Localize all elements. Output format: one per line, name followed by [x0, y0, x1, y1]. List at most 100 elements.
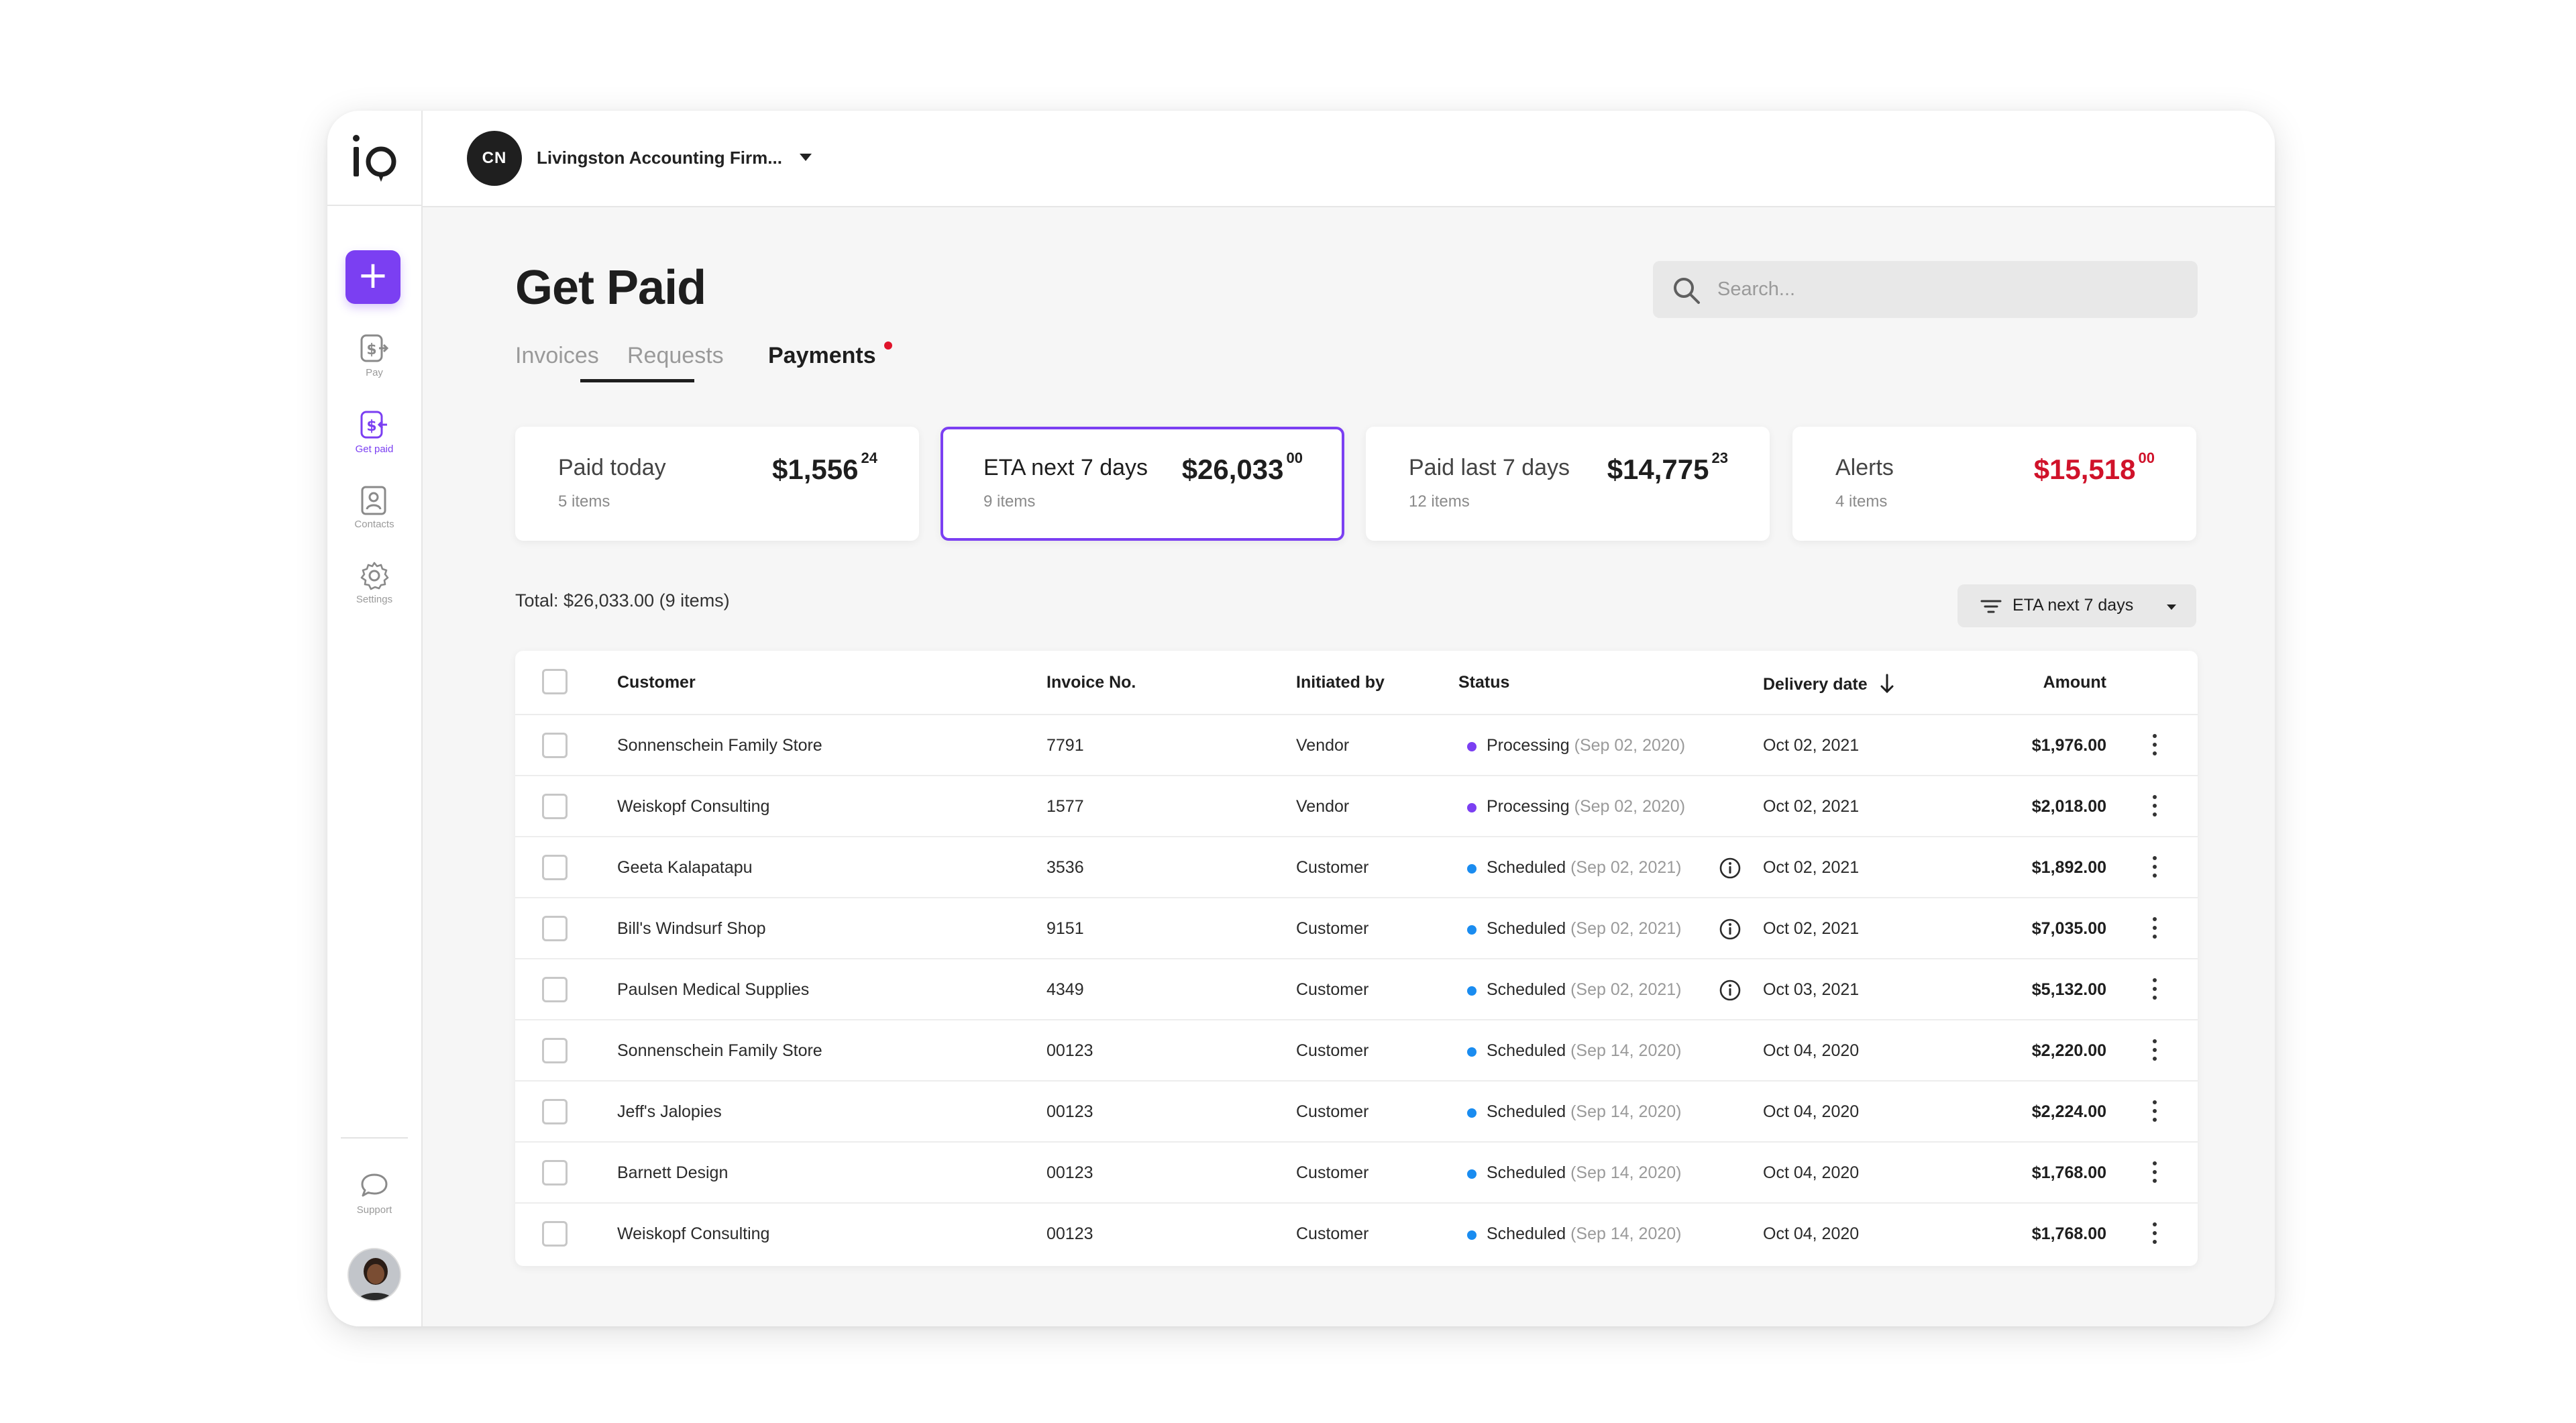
cell-invoice-number: 9151 — [1046, 919, 1084, 938]
cell-delivery-date: Oct 02, 2021 — [1763, 736, 1860, 755]
more-options-icon[interactable] — [2149, 1037, 2160, 1066]
status-label: Processing — [1487, 797, 1570, 816]
filter-dropdown[interactable]: ETA next 7 days — [1957, 584, 2196, 627]
card-paid-today[interactable]: Paid today 5 items $1,556 24 — [515, 427, 919, 541]
tab-invoices[interactable]: Invoices — [515, 343, 599, 369]
row-checkbox[interactable] — [542, 1099, 568, 1124]
more-options-icon[interactable] — [2149, 914, 2160, 944]
sidebar-item-pay[interactable]: $ Pay — [327, 333, 421, 399]
cell-amount: $5,132.00 — [2031, 980, 2106, 999]
status-label: Scheduled — [1487, 1163, 1566, 1182]
status-date: (Sep 02, 2020) — [1574, 736, 1686, 755]
column-header-status[interactable]: Status — [1458, 673, 1509, 692]
column-header-initiated-by[interactable]: Initiated by — [1296, 673, 1385, 692]
tab-requests[interactable]: Requests — [627, 343, 724, 369]
sidebar-item-contacts[interactable]: Contacts — [327, 485, 421, 551]
filter-icon — [1980, 600, 2002, 613]
card-item-count: 9 items — [983, 492, 1036, 511]
user-avatar-icon — [349, 1249, 400, 1300]
row-checkbox[interactable] — [542, 733, 568, 758]
column-header-invoice[interactable]: Invoice No. — [1046, 673, 1136, 692]
table-row[interactable]: Weiskopf Consulting 00123 Customer Schedule… — [515, 1204, 2198, 1265]
table-row[interactable]: Sonnenschein Family Store 00123 Customer Sc… — [515, 1020, 2198, 1082]
cell-amount: $2,224.00 — [2031, 1102, 2106, 1121]
sidebar-item-settings[interactable]: Settings — [327, 560, 421, 626]
card-alerts[interactable]: Alerts 4 items $15,518 00 — [1792, 427, 2196, 541]
table-row[interactable]: Geeta Kalapatapu 3536 Customer Scheduled (S… — [515, 837, 2198, 898]
sidebar-item-get-paid[interactable]: $ Get paid — [327, 410, 421, 476]
sidebar-item-label: Support — [356, 1204, 392, 1216]
table-row[interactable]: Bill's Windsurf Shop 9151 Customer Schedule… — [515, 898, 2198, 959]
card-label: Paid today — [558, 455, 666, 480]
total-summary: Total: $26,033.00 (9 items) — [515, 590, 730, 611]
row-checkbox[interactable] — [542, 1221, 568, 1247]
row-checkbox[interactable] — [542, 794, 568, 819]
card-amount-cents: 00 — [1286, 450, 1303, 466]
more-options-icon[interactable] — [2149, 1220, 2160, 1249]
status-dot — [1467, 1169, 1477, 1179]
cell-initiated-by: Vendor — [1296, 797, 1350, 816]
tab-payments[interactable]: Payments — [768, 343, 876, 369]
cell-customer: Barnett Design — [617, 1163, 729, 1182]
cell-initiated-by: Customer — [1296, 1041, 1369, 1060]
cell-initiated-by: Customer — [1296, 858, 1369, 877]
more-options-icon[interactable] — [2149, 792, 2160, 822]
more-options-icon[interactable] — [2149, 1098, 2160, 1127]
info-icon[interactable] — [1718, 856, 1742, 880]
status-date: (Sep 14, 2020) — [1570, 1163, 1682, 1182]
sidebar-item-label: Contacts — [354, 519, 394, 530]
avatar[interactable] — [347, 1248, 401, 1302]
status-dot — [1467, 1108, 1477, 1118]
row-checkbox[interactable] — [542, 1160, 568, 1185]
column-header-customer[interactable]: Customer — [617, 673, 696, 692]
search-input[interactable] — [1717, 261, 2180, 318]
column-header-amount[interactable]: Amount — [2043, 673, 2106, 692]
column-header-delivery-date[interactable]: Delivery date — [1763, 673, 1895, 694]
row-checkbox[interactable] — [542, 1038, 568, 1063]
table-row[interactable]: Jeff's Jalopies 00123 Customer Scheduled (S… — [515, 1082, 2198, 1143]
card-paid-last-7-days[interactable]: Paid last 7 days 12 items $14,775 23 — [1366, 427, 1770, 541]
top-bar: CN Livingston Accounting Firm... — [423, 111, 2275, 207]
table-header: Customer Invoice No. Initiated by Status… — [515, 651, 2198, 715]
sidebar-item-label: Get paid — [355, 443, 394, 455]
table-row[interactable]: Barnett Design 00123 Customer Scheduled (Se… — [515, 1143, 2198, 1204]
more-options-icon[interactable] — [2149, 976, 2160, 1005]
add-button[interactable]: + — [345, 250, 400, 304]
cell-customer: Sonnenschein Family Store — [617, 736, 822, 755]
row-checkbox[interactable] — [542, 916, 568, 941]
cell-status: Scheduled (Sep 14, 2020) — [1487, 1163, 1682, 1183]
cell-status: Scheduled (Sep 14, 2020) — [1487, 1224, 1682, 1244]
status-date: (Sep 02, 2021) — [1570, 858, 1682, 877]
card-amount-cents: 23 — [1711, 450, 1728, 466]
table-row[interactable]: Paulsen Medical Supplies 4349 Customer Sche… — [515, 959, 2198, 1020]
org-avatar[interactable]: CN — [467, 131, 522, 186]
more-options-icon[interactable] — [2149, 1159, 2160, 1188]
more-options-icon[interactable] — [2149, 853, 2160, 883]
select-all-checkbox[interactable] — [542, 669, 568, 694]
sidebar-item-support[interactable]: Support — [327, 1171, 421, 1236]
row-checkbox[interactable] — [542, 855, 568, 880]
more-options-icon[interactable] — [2149, 731, 2160, 761]
card-eta-next-7-days[interactable]: ETA next 7 days 9 items $26,033 00 — [941, 427, 1344, 541]
status-dot — [1467, 742, 1477, 751]
org-switcher-label[interactable]: Livingston Accounting Firm... — [537, 148, 782, 168]
cell-initiated-by: Customer — [1296, 1163, 1369, 1182]
cell-amount: $2,018.00 — [2031, 797, 2106, 816]
row-checkbox[interactable] — [542, 977, 568, 1002]
cell-customer: Weiskopf Consulting — [617, 797, 770, 816]
cell-customer: Paulsen Medical Supplies — [617, 980, 810, 999]
chevron-down-icon[interactable] — [800, 154, 812, 161]
logo[interactable] — [327, 111, 421, 206]
cell-customer: Sonnenschein Family Store — [617, 1041, 822, 1060]
status-dot — [1467, 986, 1477, 996]
table-row[interactable]: Sonnenschein Family Store 7791 Vendor Proce… — [515, 715, 2198, 776]
info-icon[interactable] — [1718, 917, 1742, 941]
search-icon — [1674, 278, 1700, 304]
cell-initiated-by: Customer — [1296, 919, 1369, 938]
search-box[interactable] — [1653, 261, 2198, 318]
table-row[interactable]: Weiskopf Consulting 1577 Vendor Processing … — [515, 776, 2198, 837]
cell-invoice-number: 00123 — [1046, 1224, 1093, 1243]
info-icon[interactable] — [1718, 978, 1742, 1002]
cell-initiated-by: Vendor — [1296, 736, 1350, 755]
sidebar: + $ Pay $ Get paid Contacts Settings Sup… — [327, 111, 423, 1326]
